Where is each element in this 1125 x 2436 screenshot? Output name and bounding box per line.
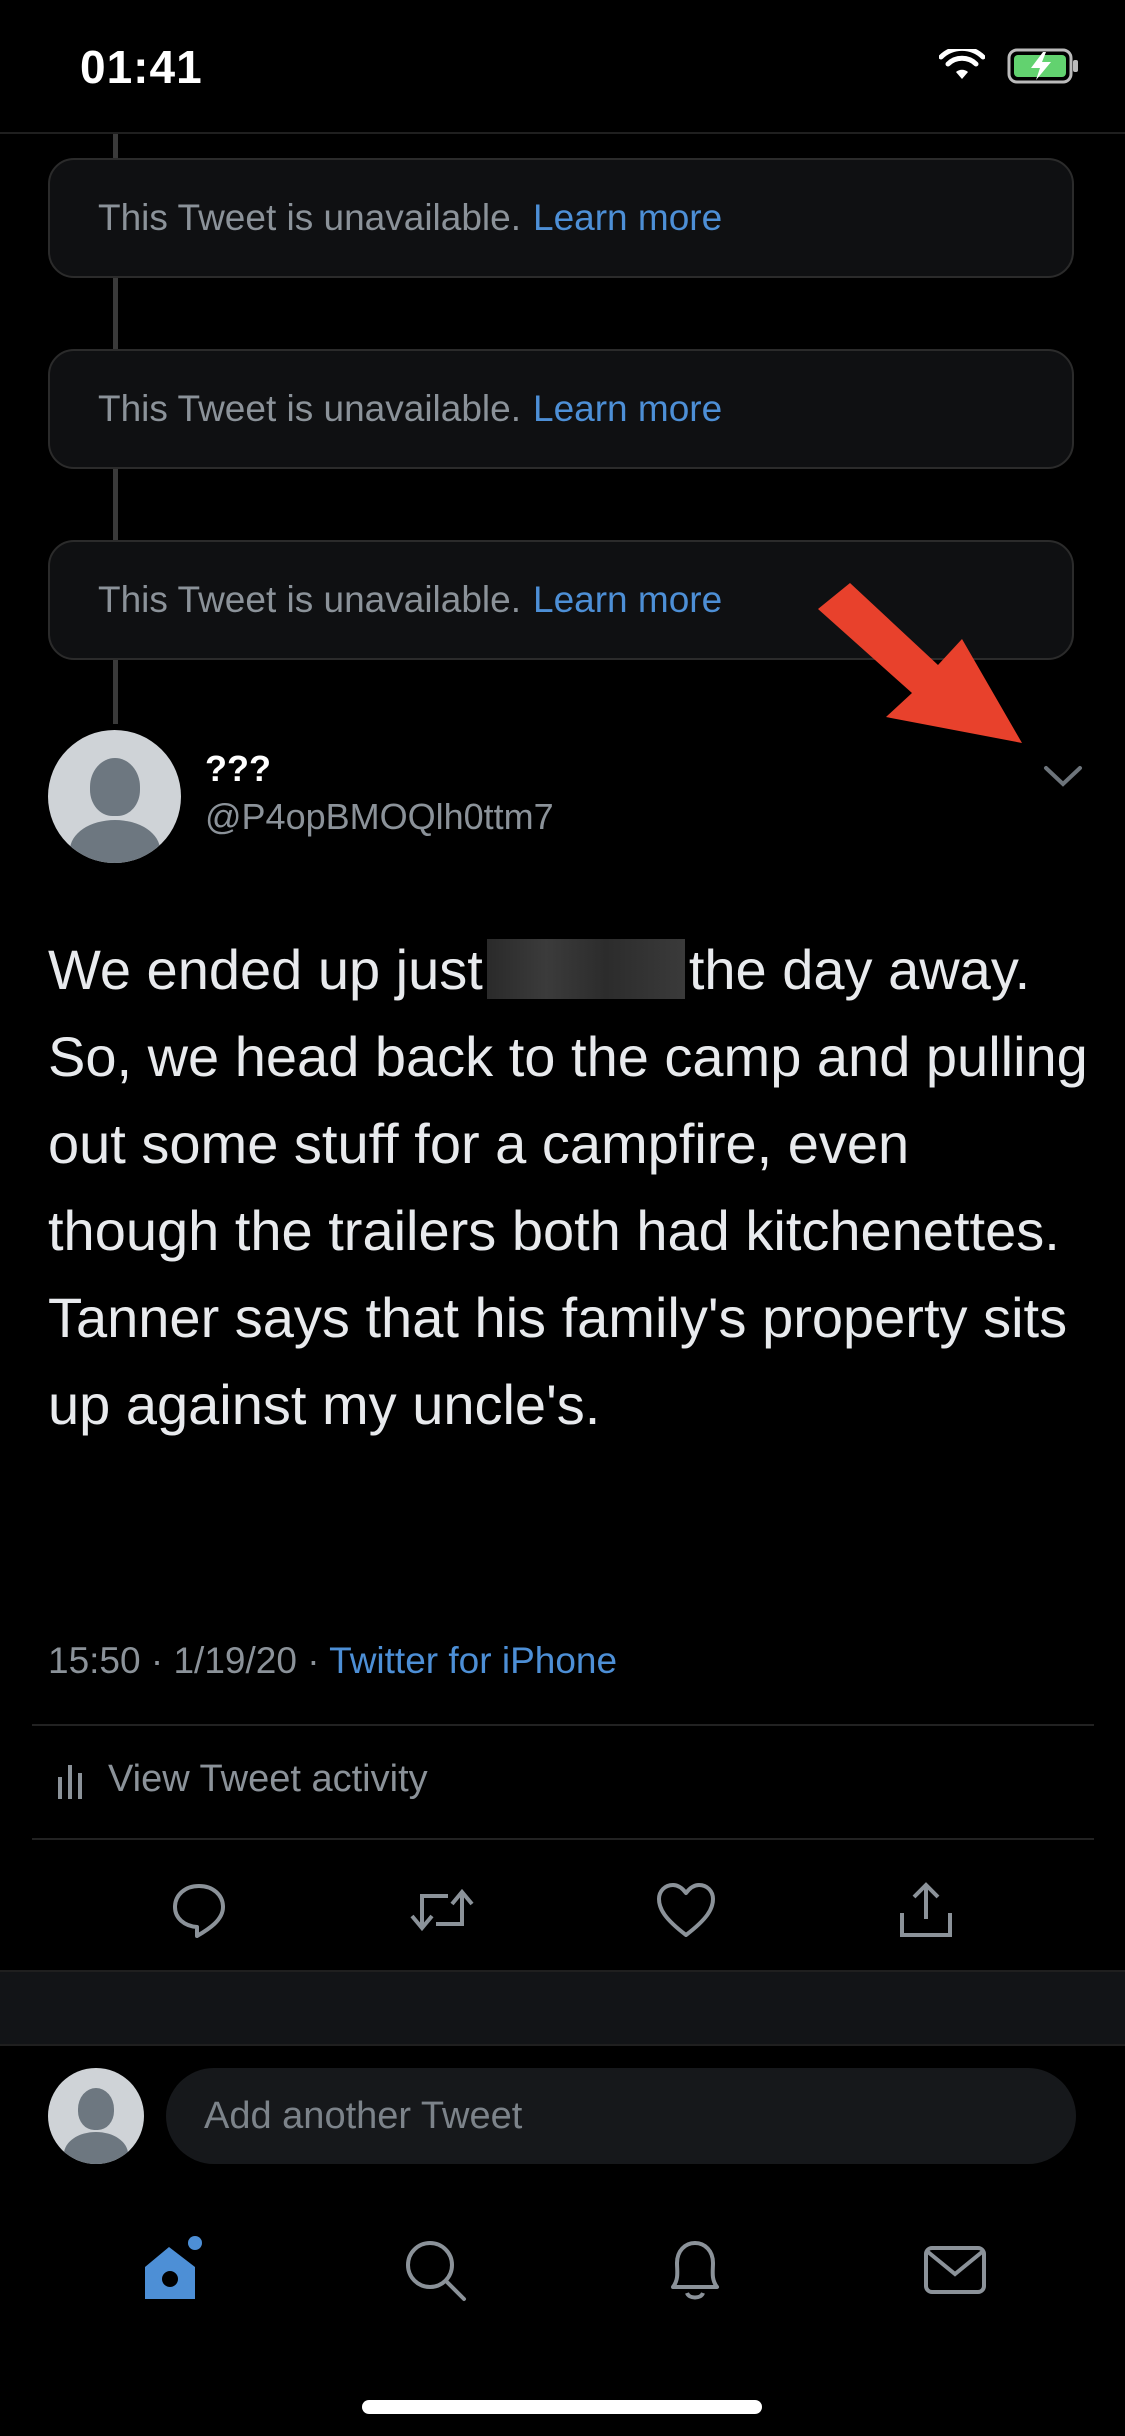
- unavailable-tweet-card[interactable]: This Tweet is unavailable. Learn more: [48, 349, 1074, 469]
- author-display-name[interactable]: ???: [205, 748, 271, 790]
- tweet-text-part1: We ended up just: [48, 938, 483, 1001]
- home-indicator: [362, 2400, 762, 2414]
- red-arrow-annotation: [818, 583, 1022, 743]
- learn-more-link[interactable]: Learn more: [533, 388, 722, 430]
- messages-mail-icon[interactable]: [922, 2242, 988, 2298]
- like-heart-icon[interactable]: [655, 1881, 717, 1939]
- wifi-icon: [939, 49, 985, 79]
- retweet-icon[interactable]: [408, 1882, 476, 1938]
- tweet-actions: [0, 1860, 1125, 1960]
- battery-charging-icon: [1007, 48, 1078, 84]
- tweet-date: 1/19/20: [173, 1640, 297, 1681]
- view-tweet-activity-button[interactable]: View Tweet activity: [56, 1758, 428, 1801]
- share-icon[interactable]: [896, 1879, 956, 1941]
- home-icon[interactable]: [137, 2235, 207, 2305]
- divider: [32, 1838, 1094, 1840]
- author-avatar[interactable]: [48, 730, 181, 863]
- chevron-down-icon[interactable]: [1040, 760, 1086, 790]
- author-handle[interactable]: @P4opBMOQlh0ttm7: [205, 796, 554, 838]
- tweet-text: We ended up just the day away. So, we hea…: [48, 926, 1088, 1448]
- status-icons: [939, 48, 1081, 84]
- learn-more-link[interactable]: Learn more: [533, 579, 722, 621]
- unavailable-tweet-card[interactable]: This Tweet is unavailable. Learn more: [48, 158, 1074, 278]
- search-icon[interactable]: [402, 2237, 468, 2303]
- tweet-time: 15:50: [48, 1640, 141, 1681]
- unavailable-tweet-text: This Tweet is unavailable.: [98, 197, 521, 238]
- notifications-bell-icon[interactable]: [663, 2235, 727, 2305]
- my-avatar[interactable]: [48, 2068, 144, 2164]
- tweet-source-link[interactable]: Twitter for iPhone: [329, 1640, 617, 1681]
- view-tweet-activity-label: View Tweet activity: [108, 1758, 428, 1800]
- learn-more-link[interactable]: Learn more: [533, 197, 722, 239]
- tweet-meta: 15:50 · 1/19/20 · Twitter for iPhone: [48, 1640, 618, 1681]
- status-time: 01:41: [80, 41, 203, 93]
- section-separator: [0, 1970, 1125, 2046]
- reply-icon[interactable]: [169, 1880, 229, 1940]
- header-divider: [0, 132, 1125, 134]
- analytics-icon: [58, 1764, 82, 1799]
- tweet-text-part2: the day away. So, we head back to the ca…: [48, 938, 1088, 1436]
- unavailable-tweet-text: This Tweet is unavailable.: [98, 579, 521, 620]
- add-another-tweet-input[interactable]: Add another Tweet: [166, 2068, 1076, 2164]
- tab-bar: [0, 2210, 1125, 2330]
- redacted-word: [486, 939, 685, 999]
- divider: [32, 1724, 1094, 1726]
- unavailable-tweet-text: This Tweet is unavailable.: [98, 388, 521, 429]
